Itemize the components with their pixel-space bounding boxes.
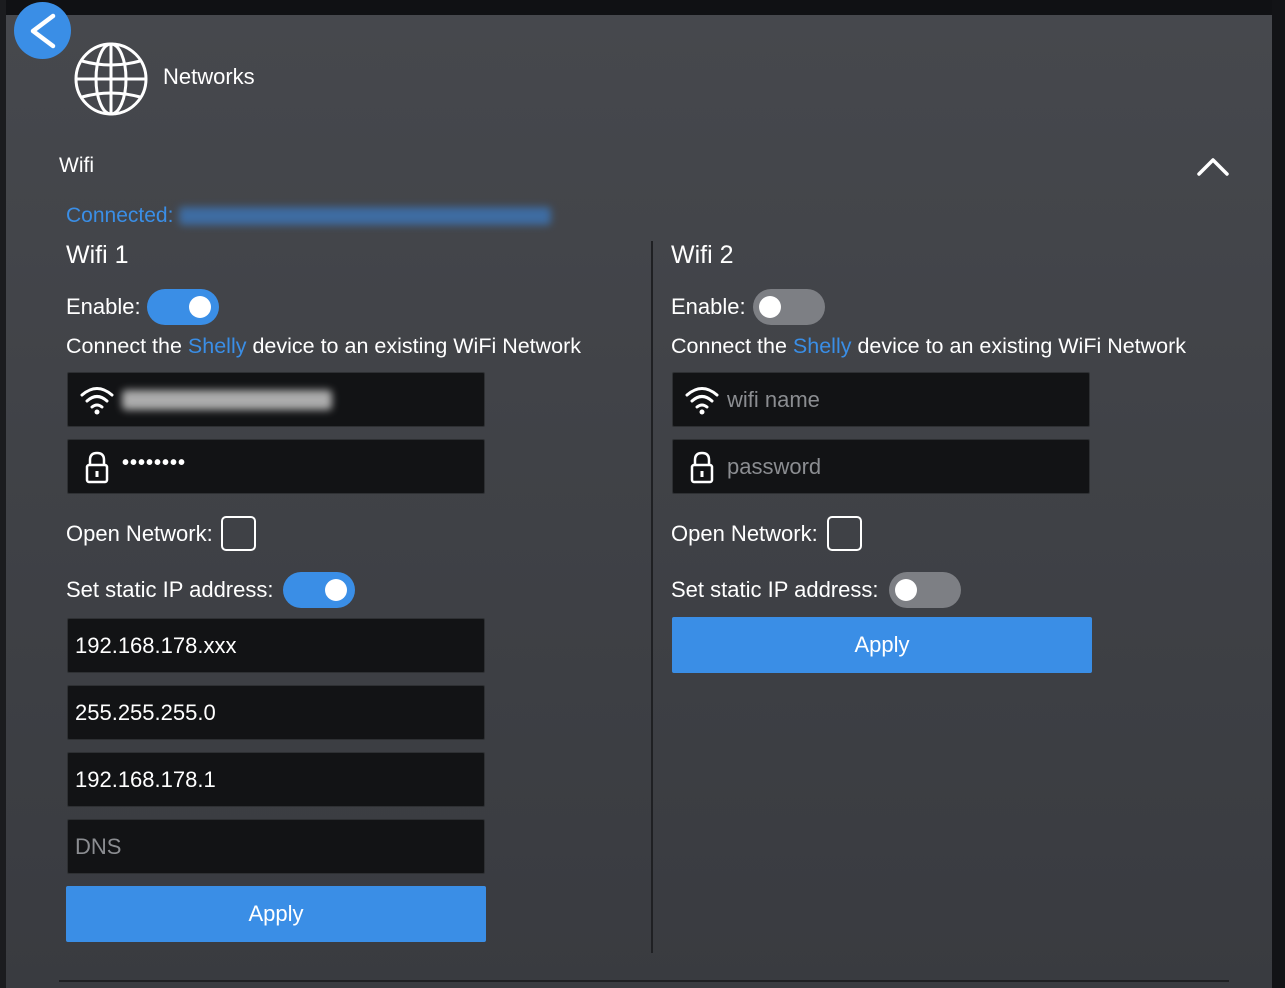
wifi1-gateway-input[interactable]: 192.168.178.1 [67,752,485,807]
wifi1-title: Wifi 1 [66,241,129,269]
wifi2-title: Wifi 2 [671,241,734,269]
collapse-button[interactable] [1193,150,1233,182]
connected-label: Connected: [66,204,174,227]
wifi1-enable-label: Enable: [66,294,141,319]
wifi1-enable-toggle[interactable] [147,289,219,325]
toggle-knob [325,579,347,601]
wifi2-static-ip-toggle[interactable] [889,572,961,608]
wifi1-gateway-value: 192.168.178.1 [75,766,216,792]
connected-network-redacted [179,207,552,225]
wifi2-password-input[interactable]: password [672,439,1090,494]
wifi2-apply-button[interactable]: Apply [672,617,1092,673]
wifi1-description: Connect the Shelly device to an existing… [66,334,581,359]
section-divider [59,980,1229,982]
window-top-edge [0,0,1285,15]
desc-prefix: Connect the [66,334,188,358]
wifi1-static-ip-label: Set static IP address: [66,577,274,602]
wifi2-ssid-input[interactable]: wifi name [672,372,1090,427]
section-title-wifi: Wifi [59,154,94,177]
wifi1-ip-value: 192.168.178.xxx [75,632,237,658]
wifi1-open-network-checkbox[interactable] [221,516,256,551]
wifi1-netmask-input[interactable]: 255.255.255.0 [67,685,485,740]
toggle-knob [759,296,781,318]
connection-status: Connected: [66,204,552,228]
desc-suffix: device to an existing WiFi Network [851,334,1187,358]
wifi2-open-network-label: Open Network: [671,521,818,546]
wifi2-open-network-checkbox[interactable] [827,516,862,551]
toggle-knob [895,579,917,601]
chevron-up-icon [1197,158,1229,176]
wifi-icon [72,372,122,427]
wifi2-enable-label: Enable: [671,294,746,319]
wifi1-static-ip-toggle[interactable] [283,572,355,608]
wifi1-ip-input[interactable]: 192.168.178.xxx [67,618,485,673]
wifi1-dns-input[interactable]: DNS [67,819,485,874]
wifi2-enable-toggle[interactable] [753,289,825,325]
wifi2-ssid-placeholder: wifi name [727,386,820,412]
desc-brand: Shelly [187,334,247,358]
wifi1-password-input[interactable]: •••••••• [67,439,485,494]
wifi1-ssid-redacted [122,389,332,410]
toggle-knob [189,296,211,318]
back-button[interactable] [14,2,71,59]
wifi1-password-value: •••••••• [122,452,187,474]
desc-suffix: device to an existing WiFi Network [246,334,582,358]
window-right-edge [1272,0,1285,988]
wifi2-description: Connect the Shelly device to an existing… [671,334,1186,359]
wifi2-static-ip-label: Set static IP address: [671,577,879,602]
wifi1-dns-placeholder: DNS [75,833,122,859]
desc-brand: Shelly [792,334,852,358]
lock-icon [677,439,727,494]
wifi1-apply-button[interactable]: Apply [66,886,486,942]
wifi1-ssid-input[interactable] [67,372,485,427]
wifi2-password-placeholder: password [727,453,822,479]
lock-icon [72,439,122,494]
wifi1-open-network-label: Open Network: [66,521,213,546]
desc-prefix: Connect the [671,334,793,358]
page-title: Networks [163,64,255,89]
wifi1-netmask-value: 255.255.255.0 [75,699,216,725]
chevron-left-icon [30,13,55,48]
wifi-icon [677,372,727,427]
column-divider [651,241,653,953]
globe-icon [74,42,148,116]
